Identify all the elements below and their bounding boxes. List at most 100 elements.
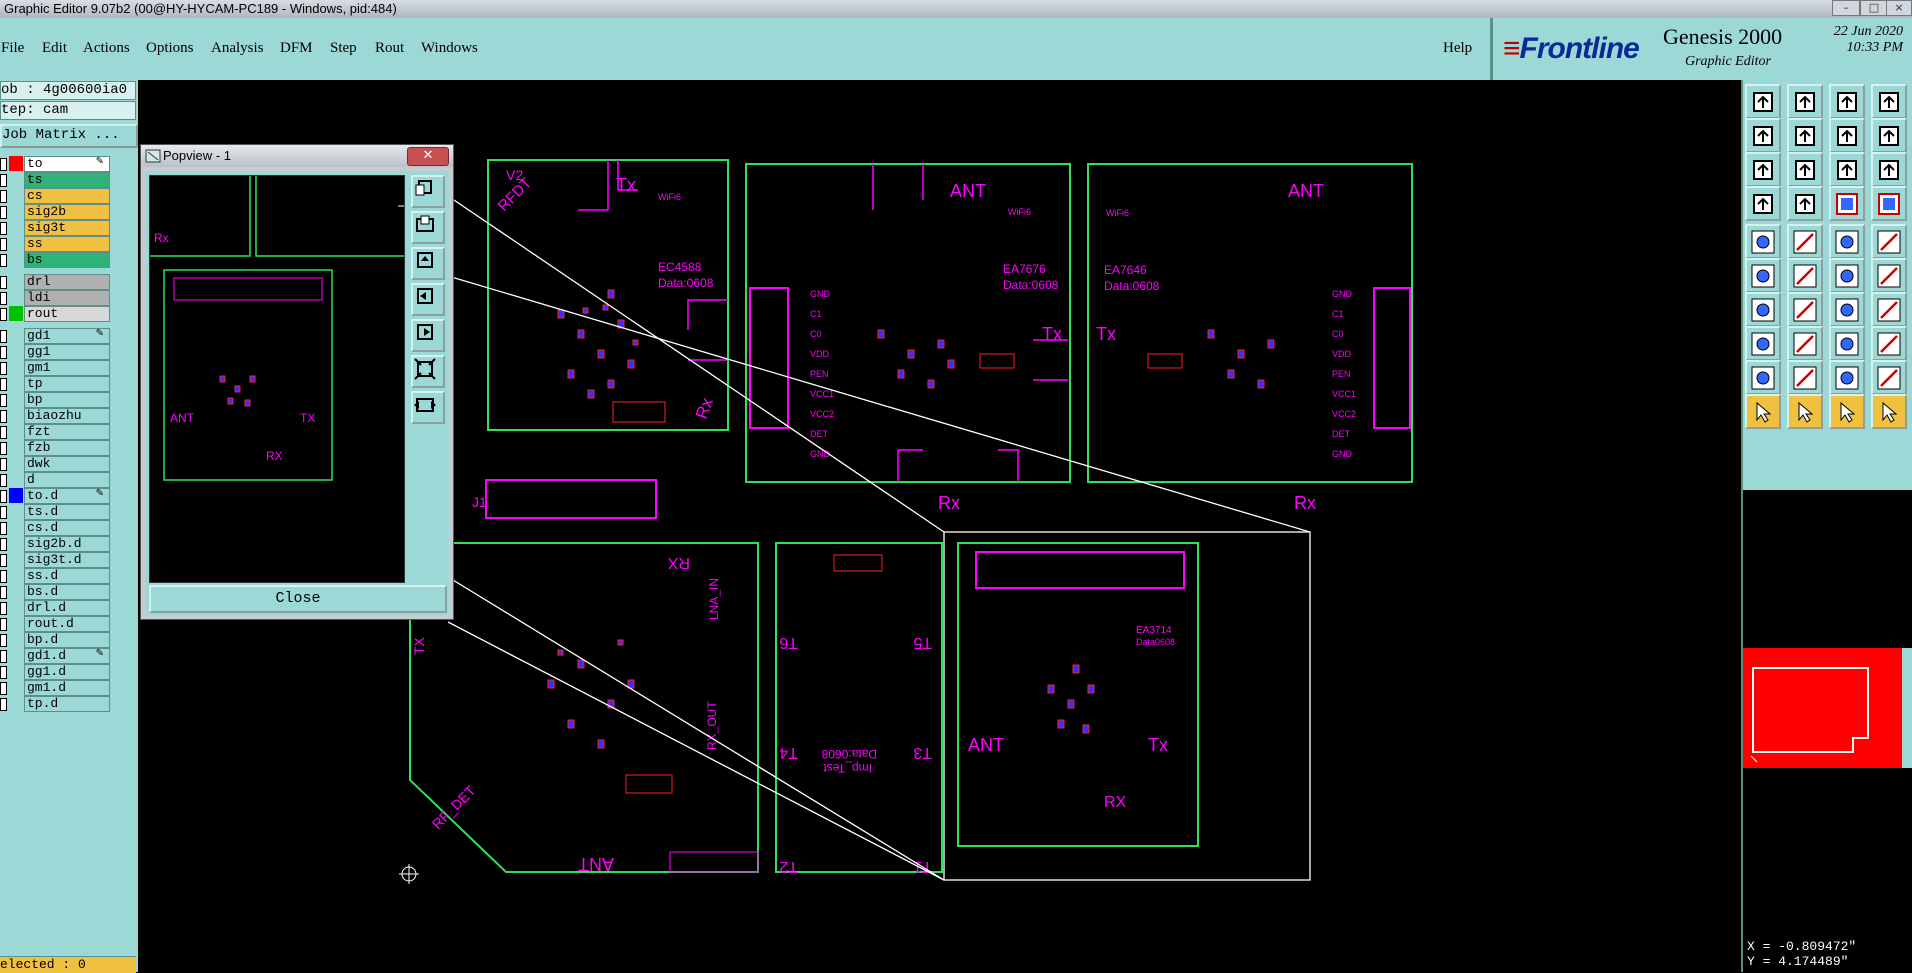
layer-name[interactable]: sig3t: [24, 220, 110, 236]
layer-name[interactable]: sig3t.d: [24, 552, 110, 568]
layer-row-bp[interactable]: bp: [0, 392, 110, 408]
snap2-button[interactable]: [1871, 186, 1907, 221]
circle-button[interactable]: [1871, 224, 1907, 259]
layer-row-gm1-d[interactable]: gm1.d: [0, 680, 110, 696]
minimize-button[interactable]: –: [1832, 0, 1860, 16]
layer-name[interactable]: gg1: [24, 344, 110, 360]
layer-name[interactable]: rout: [24, 306, 110, 322]
layer-row-cs-d[interactable]: cs.d: [0, 520, 110, 536]
select-button[interactable]: [1745, 394, 1781, 429]
layer-row-sig2b[interactable]: sig2b: [0, 204, 110, 220]
layer-color-swatch[interactable]: [9, 220, 23, 235]
layer-name[interactable]: tp.d: [24, 696, 110, 712]
layer-checkbox[interactable]: [0, 378, 7, 391]
layer-name[interactable]: tp: [24, 376, 110, 392]
layer-row-drl-d[interactable]: drl.d: [0, 600, 110, 616]
layer-color-swatch[interactable]: [9, 236, 23, 251]
layer-row-ts[interactable]: ts: [0, 172, 110, 188]
outline2-button[interactable]: [1871, 360, 1907, 395]
layer-name[interactable]: gm1.d: [24, 680, 110, 696]
shape-button[interactable]: [1871, 326, 1907, 361]
select-box-button[interactable]: [1787, 394, 1823, 429]
layer-name[interactable]: bp.d: [24, 632, 110, 648]
layer-color-swatch[interactable]: [9, 664, 23, 679]
arc-button[interactable]: [1829, 292, 1865, 327]
layer-color-swatch[interactable]: [9, 520, 23, 535]
menu-step[interactable]: Step: [330, 40, 357, 57]
layer-color-swatch[interactable]: [9, 488, 23, 503]
layer-name[interactable]: sig2b: [24, 204, 110, 220]
house-button[interactable]: [1829, 84, 1865, 119]
scale-1-2-button[interactable]: [1829, 152, 1865, 187]
measure-button[interactable]: [1745, 186, 1781, 221]
layer-color-swatch[interactable]: [9, 392, 23, 407]
draw-line-button[interactable]: [1787, 292, 1823, 327]
layer-name[interactable]: drl.d: [24, 600, 110, 616]
layer-name[interactable]: biaozhu: [24, 408, 110, 424]
layer-row-sig2b-d[interactable]: sig2b.d: [0, 536, 110, 552]
popview-titlebar[interactable]: Popview - 1 ✕: [141, 145, 453, 167]
outline-button[interactable]: [1829, 360, 1865, 395]
popview-expand-button[interactable]: [411, 391, 445, 424]
layer-color-swatch[interactable]: [9, 156, 23, 171]
layer-color-swatch[interactable]: [9, 376, 23, 391]
popview-canvas[interactable]: Rx ANT TX RX: [149, 175, 405, 583]
step-left-button[interactable]: [1745, 118, 1781, 153]
layer-color-swatch[interactable]: [9, 252, 23, 267]
pad-select-button[interactable]: [1745, 326, 1781, 361]
layer-checkbox[interactable]: [0, 394, 7, 407]
menu-rout[interactable]: Rout: [375, 40, 404, 57]
layer-checkbox[interactable]: [0, 490, 7, 503]
layer-row-bp-d[interactable]: bp.d: [0, 632, 110, 648]
connect-button[interactable]: [1745, 258, 1781, 293]
layer-name[interactable]: ts: [24, 172, 110, 188]
menu-file[interactable]: File: [1, 40, 24, 57]
layer-color-swatch[interactable]: [9, 172, 23, 187]
angle-button[interactable]: [1745, 292, 1781, 327]
layer-checkbox[interactable]: [0, 538, 7, 551]
layer-row-fzt[interactable]: fzt: [0, 424, 110, 440]
layer-color-swatch[interactable]: [9, 536, 23, 551]
layer-row-tp[interactable]: tp: [0, 376, 110, 392]
layer-row-tp-d[interactable]: tp.d: [0, 696, 110, 712]
layer-name[interactable]: ss: [24, 236, 110, 252]
layer-color-swatch[interactable]: [9, 188, 23, 203]
rotate-button[interactable]: [1871, 118, 1907, 153]
delete-button[interactable]: [1787, 258, 1823, 293]
layer-checkbox[interactable]: [0, 238, 7, 251]
layer-checkbox[interactable]: [0, 174, 7, 187]
popview-zoom-in-button[interactable]: [411, 175, 445, 208]
layer-color-swatch[interactable]: [9, 504, 23, 519]
layer-row-fzb[interactable]: fzb: [0, 440, 110, 456]
popview-fit-button[interactable]: [411, 355, 445, 388]
layer-checkbox[interactable]: [0, 458, 7, 471]
layer-color-swatch[interactable]: [9, 344, 23, 359]
layer-checkbox[interactable]: [0, 650, 7, 663]
layer-checkbox[interactable]: [0, 426, 7, 439]
text-button[interactable]: [1829, 224, 1865, 259]
layer-row-to[interactable]: to ✎: [0, 156, 110, 172]
go-up-button[interactable]: [1787, 84, 1823, 119]
layer-name[interactable]: ss.d: [24, 568, 110, 584]
layer-name[interactable]: rout.d: [24, 616, 110, 632]
layer-color-swatch[interactable]: [9, 306, 23, 321]
layer-color-swatch[interactable]: [9, 600, 23, 615]
layer-name[interactable]: cs.d: [24, 520, 110, 536]
layer-color-swatch[interactable]: [9, 328, 23, 343]
layer-name[interactable]: sig2b.d: [24, 536, 110, 552]
job-matrix-button[interactable]: Job Matrix ...: [0, 124, 138, 148]
zoom-area-button[interactable]: [1787, 152, 1823, 187]
menu-dfm[interactable]: DFM: [280, 40, 313, 57]
layer-color-swatch[interactable]: [9, 584, 23, 599]
layer-checkbox[interactable]: [0, 346, 7, 359]
layer-checkbox[interactable]: [0, 522, 7, 535]
layer-checkbox[interactable]: [0, 618, 7, 631]
layer-color-swatch[interactable]: [9, 290, 23, 305]
polygon-button[interactable]: [1871, 292, 1907, 327]
popview-zoom-out-button[interactable]: [411, 211, 445, 244]
layer-color-swatch[interactable]: [9, 360, 23, 375]
layer-checkbox[interactable]: [0, 634, 7, 647]
layer-color-swatch[interactable]: [9, 568, 23, 583]
layer-row-gd1[interactable]: gd1 ✎: [0, 328, 110, 344]
layer-name[interactable]: dwk: [24, 456, 110, 472]
